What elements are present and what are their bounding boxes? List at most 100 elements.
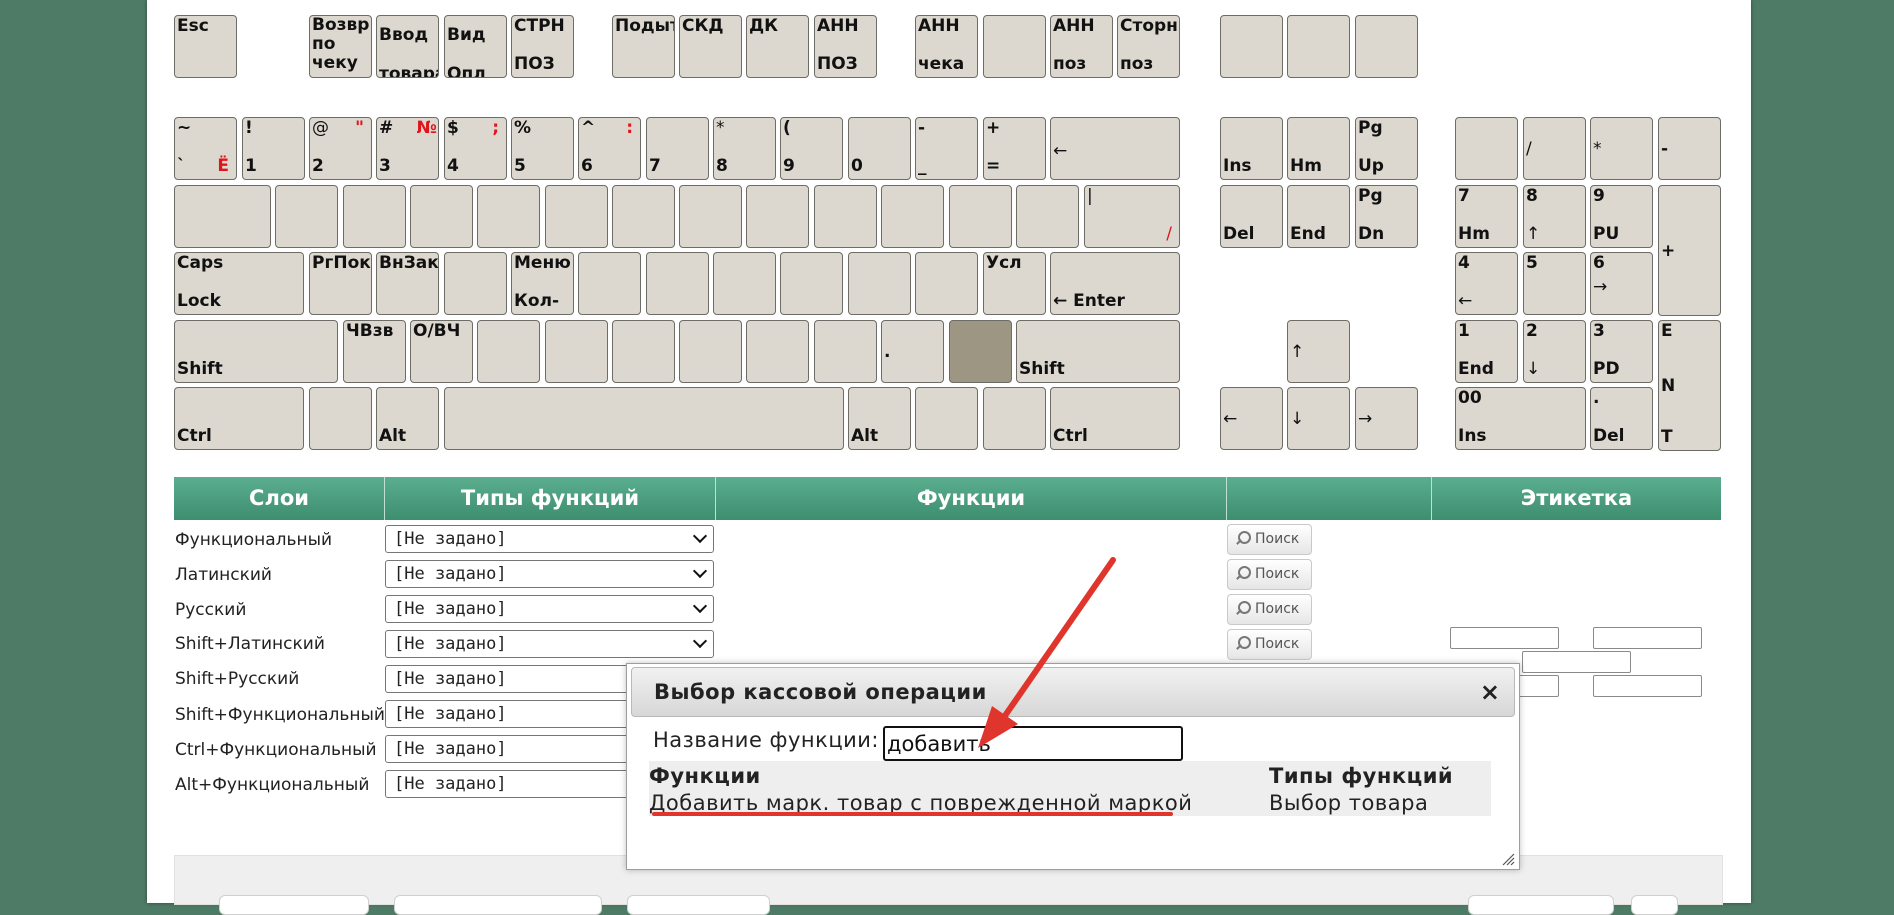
key-t[interactable]: [545, 185, 608, 248]
key-ann-poz-2[interactable]: АНН поз: [1050, 15, 1113, 78]
key-ann-cheka[interactable]: АНН чека: [915, 15, 978, 78]
toolbar-button[interactable]: [1631, 895, 1678, 915]
key-home[interactable]: Hm: [1287, 117, 1350, 180]
key-i[interactable]: [746, 185, 809, 248]
key-strn-poz[interactable]: СТРН ПОЗ: [511, 15, 574, 78]
key-pgdn[interactable]: Pg Dn: [1355, 185, 1418, 248]
key-alt-right[interactable]: Alt: [848, 387, 911, 450]
label-field[interactable]: [1522, 651, 1631, 673]
key-bracket-left[interactable]: [949, 185, 1012, 248]
key-shift-right[interactable]: Shift: [1016, 320, 1180, 383]
key-d[interactable]: [444, 252, 507, 315]
key-2[interactable]: @ " 2: [309, 117, 372, 180]
key-r[interactable]: [477, 185, 540, 248]
function-type-select[interactable]: [Не задано]: [385, 560, 714, 588]
toolbar-button[interactable]: [1468, 895, 1614, 915]
key-num-2[interactable]: 2 ↓: [1523, 320, 1586, 383]
key-arrow-left[interactable]: ←: [1220, 387, 1283, 450]
result-function-type[interactable]: Выбор товара: [1269, 790, 1428, 816]
key-num-slash[interactable]: /: [1523, 117, 1586, 180]
key-u[interactable]: [679, 185, 742, 248]
key-vozvr-po-cheku[interactable]: Возвр по чеку: [309, 15, 372, 78]
key-num-enter[interactable]: E N T: [1658, 320, 1721, 451]
key-blank[interactable]: [1287, 15, 1350, 78]
key-alt-left[interactable]: Alt: [376, 387, 439, 450]
key-num-dot[interactable]: . Del: [1590, 387, 1653, 450]
key-storn-poz[interactable]: Сторн поз: [1117, 15, 1180, 78]
key-usl[interactable]: Усл: [983, 252, 1046, 315]
key-arrow-right[interactable]: →: [1355, 387, 1418, 450]
key-bracket-right[interactable]: [1016, 185, 1079, 248]
key-win[interactable]: [309, 387, 372, 450]
key-4[interactable]: $ ; 4: [444, 117, 507, 180]
key-9[interactable]: ( 9: [780, 117, 843, 180]
key-v[interactable]: [545, 320, 608, 383]
key-c[interactable]: [477, 320, 540, 383]
key-space[interactable]: [444, 387, 844, 450]
key-comma[interactable]: [814, 320, 877, 383]
key-num-7[interactable]: 7 Hm: [1455, 185, 1518, 248]
key-skd[interactable]: СКД: [679, 15, 742, 78]
key-tab[interactable]: [174, 185, 271, 248]
key-numlock[interactable]: [1455, 117, 1518, 180]
key-num-1[interactable]: 1 End: [1455, 320, 1518, 383]
key-num-0[interactable]: 00 Ins: [1455, 387, 1586, 450]
search-button[interactable]: Поиск: [1227, 629, 1312, 660]
search-button[interactable]: Поиск: [1227, 594, 1312, 625]
key-ctrl-right[interactable]: Ctrl: [1050, 387, 1180, 450]
key-o[interactable]: [814, 185, 877, 248]
key-vvod-tovara[interactable]: Ввод товара: [376, 15, 439, 78]
key-tilde[interactable]: ~ ` Ё: [174, 117, 237, 180]
key-vnzak[interactable]: ВнЗак: [376, 252, 439, 315]
key-y[interactable]: [612, 185, 675, 248]
key-num-6[interactable]: 6 →: [1590, 252, 1653, 315]
key-period[interactable]: .: [881, 320, 944, 383]
key-slash-selected[interactable]: [949, 320, 1012, 383]
key-end[interactable]: End: [1287, 185, 1350, 248]
key-w[interactable]: [343, 185, 406, 248]
key-m[interactable]: [746, 320, 809, 383]
key-arrow-up[interactable]: ↑: [1287, 320, 1350, 383]
key-num-minus[interactable]: -: [1658, 117, 1721, 180]
key-blank[interactable]: [1220, 15, 1283, 78]
key-n[interactable]: [679, 320, 742, 383]
key-pgup[interactable]: Pg Up: [1355, 117, 1418, 180]
key-minus[interactable]: - _: [915, 117, 978, 180]
key-del[interactable]: Del: [1220, 185, 1283, 248]
key-j[interactable]: [713, 252, 776, 315]
key-num-5[interactable]: 5: [1523, 252, 1586, 315]
toolbar-button[interactable]: [394, 895, 602, 915]
key-g[interactable]: [578, 252, 641, 315]
label-field[interactable]: [1593, 627, 1702, 649]
key-1[interactable]: ! 1: [242, 117, 305, 180]
key-q[interactable]: [275, 185, 338, 248]
key-chvzv[interactable]: ЧВзв: [343, 320, 406, 383]
key-dk[interactable]: ДК: [746, 15, 809, 78]
key-podyt[interactable]: Подыт: [612, 15, 675, 78]
key-p[interactable]: [881, 185, 944, 248]
key-h[interactable]: [646, 252, 709, 315]
key-rgpok[interactable]: РгПок: [309, 252, 372, 315]
key-num-plus[interactable]: +: [1658, 185, 1721, 316]
key-num-star[interactable]: *: [1590, 117, 1653, 180]
key-e[interactable]: [410, 185, 473, 248]
resize-grip-icon[interactable]: [1501, 852, 1515, 866]
key-caps-lock[interactable]: Caps Lock: [174, 252, 304, 315]
key-ann-poz[interactable]: АНН ПОЗ: [814, 15, 877, 78]
function-type-select[interactable]: [Не задано]: [385, 525, 714, 553]
key-ins[interactable]: Ins: [1220, 117, 1283, 180]
label-field[interactable]: [1593, 675, 1702, 697]
key-num-3[interactable]: 3 PD: [1590, 320, 1653, 383]
key-win-right[interactable]: [915, 387, 978, 450]
close-icon[interactable]: ×: [1480, 679, 1500, 705]
key-b[interactable]: [612, 320, 675, 383]
key-esc[interactable]: Esc: [174, 15, 237, 78]
key-enter[interactable]: ← Enter: [1050, 252, 1180, 315]
key-equals[interactable]: + =: [983, 117, 1046, 180]
function-type-select[interactable]: [Не задано]: [385, 595, 714, 623]
dialog-titlebar[interactable]: Выбор кассовой операции ×: [631, 667, 1515, 717]
key-num-4[interactable]: 4 ←: [1455, 252, 1518, 315]
key-blank[interactable]: [1355, 15, 1418, 78]
key-backspace[interactable]: ←: [1050, 117, 1180, 180]
key-5[interactable]: % 5: [511, 117, 574, 180]
